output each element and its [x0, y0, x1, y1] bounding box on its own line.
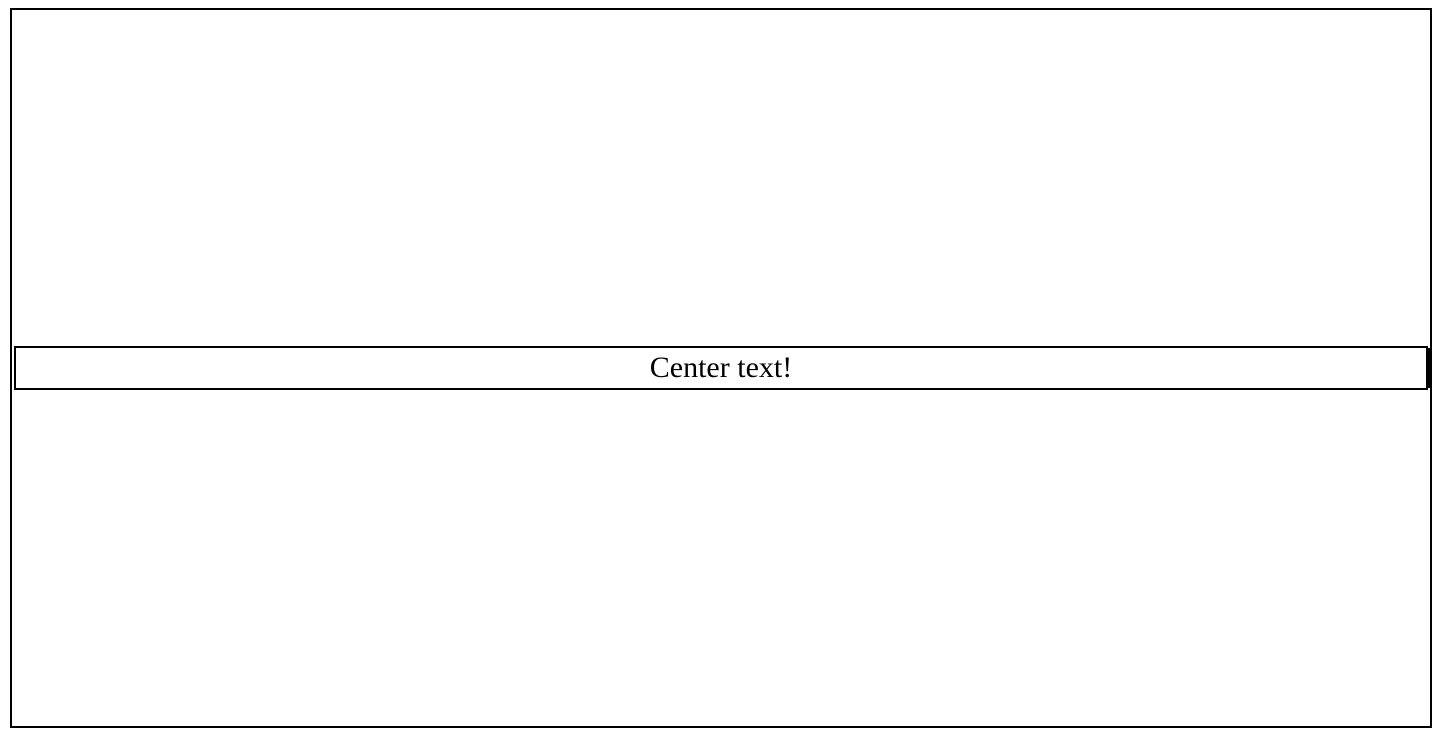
- center-box: Center text!: [14, 346, 1428, 390]
- center-text: Center text!: [650, 351, 792, 384]
- outer-container: Center text!: [10, 8, 1432, 728]
- right-edge-mark: [1426, 348, 1430, 388]
